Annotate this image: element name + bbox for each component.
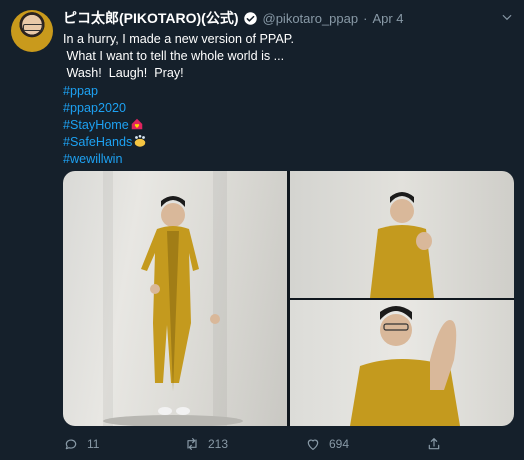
retweet-button[interactable]: 213 (184, 434, 228, 454)
hands-clasped-photo[interactable] (290, 171, 514, 298)
pikotaro-closeup-figure (350, 306, 460, 426)
tweet-actions: 11 213 694 (63, 434, 503, 454)
pikotaro-clasped-figure (370, 192, 434, 298)
tweet-text-line: Wash! Laugh! Pray! (63, 66, 184, 81)
share-button[interactable] (426, 434, 450, 454)
heart-icon (307, 439, 319, 450)
reply-button[interactable]: 11 (63, 434, 99, 454)
user-handle[interactable]: @pikotaro_ppap (263, 11, 359, 26)
hashtag-link-safehands[interactable]: #SafeHands (63, 135, 132, 149)
house-with-heart-icon (131, 118, 143, 130)
retweet-count: 213 (208, 437, 229, 451)
hands-pressed-closeup-photo[interactable] (290, 300, 514, 426)
standing-full-body-photo[interactable] (63, 171, 287, 426)
profile-avatar[interactable] (11, 10, 53, 52)
tweet-text-line: What I want to tell the whole world is .… (63, 49, 285, 64)
tweet-text: In a hurry, I made a new version of PPAP… (63, 31, 503, 169)
hashtag-link-ppap[interactable]: #ppap (63, 84, 98, 98)
verified-badge-icon (243, 11, 257, 25)
hashtag-link-wewillwin[interactable]: #wewillwin (63, 152, 123, 166)
media-grid (63, 171, 514, 426)
like-count: 694 (329, 437, 350, 451)
hashtag-link-stayhome[interactable]: #StayHome (63, 118, 129, 132)
like-button[interactable]: 694 (305, 434, 349, 454)
tweet-date[interactable]: Apr 4 (372, 11, 403, 26)
share-icon (428, 438, 440, 450)
tweet-header: ピコ太郎(PIKOTARO)(公式) @pikotaro_ppap · Apr … (63, 9, 404, 27)
reply-count: 11 (87, 437, 100, 451)
tweet-text-line: In a hurry, I made a new version of PPAP… (63, 32, 295, 46)
chevron-down-icon[interactable] (500, 10, 514, 24)
display-name[interactable]: ピコ太郎(PIKOTARO)(公式) (63, 8, 239, 28)
hashtag-link-ppap2020[interactable]: #ppap2020 (63, 101, 126, 115)
pikotaro-standing-figure (103, 196, 243, 426)
header-separator: · (363, 10, 368, 26)
avatar-glasses (23, 24, 43, 31)
reply-icon (65, 439, 77, 450)
retweet-icon (187, 438, 197, 450)
washing-hands-icon (135, 135, 146, 147)
